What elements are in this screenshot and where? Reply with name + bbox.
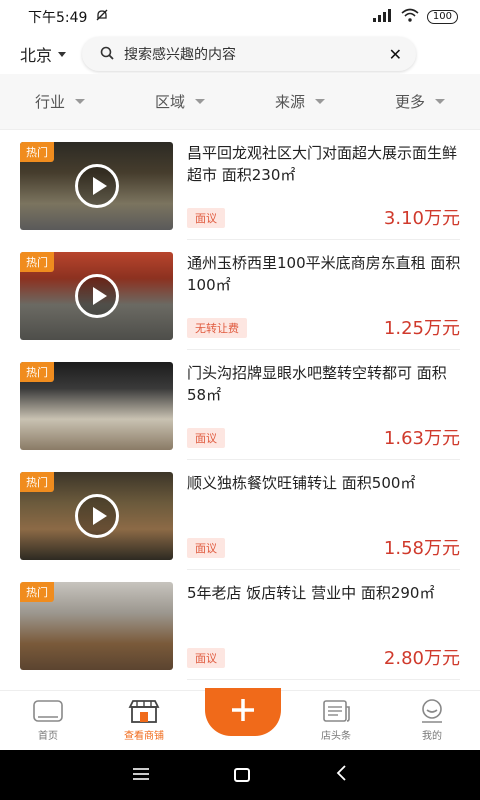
battery-indicator: 100 xyxy=(426,10,458,24)
tab-label: 查看商铺 xyxy=(124,731,164,742)
wifi-icon xyxy=(401,8,419,26)
chevron-down-icon xyxy=(195,99,205,104)
home-icon xyxy=(32,699,64,723)
list-item[interactable]: 热门 门头沟招牌显眼水吧整转空转都可 面积58㎡ 面议 1.63万元 xyxy=(0,350,480,460)
filter-label: 更多 xyxy=(394,93,425,111)
listing-thumbnail[interactable]: 热门 xyxy=(20,582,173,670)
hot-badge: 热门 xyxy=(20,142,54,162)
list-item[interactable]: 热门 昌平回龙观社区大门对面超大展示面生鲜超市 面积230㎡ 面议 3.10万元 xyxy=(0,130,480,240)
chevron-down-icon xyxy=(315,99,325,104)
listing-tag: 面议 xyxy=(187,648,225,668)
profile-icon xyxy=(416,699,448,723)
chevron-down-icon xyxy=(75,99,85,104)
listing-price: 1.25万元 xyxy=(383,318,460,339)
menu-icon[interactable] xyxy=(132,765,149,786)
listing-price: 1.63万元 xyxy=(383,428,460,449)
listing-price: 3.10万元 xyxy=(383,208,460,229)
listing-list: 热门 昌平回龙观社区大门对面超大展示面生鲜超市 面积230㎡ 面议 3.10万元… xyxy=(0,130,480,690)
listing-title: 通州玉桥西里100平米底商房东直租 面积100㎡ xyxy=(187,254,461,294)
store-icon xyxy=(128,699,160,723)
filter-more[interactable]: 更多 xyxy=(360,74,480,129)
tab-home[interactable]: 首页 xyxy=(0,691,96,750)
tab-label: 店头条 xyxy=(321,731,351,742)
listing-thumbnail[interactable]: 热门 xyxy=(20,362,173,450)
tab-label: 首页 xyxy=(38,731,58,742)
hot-badge: 热门 xyxy=(20,582,54,602)
tab-news[interactable]: 店头条 xyxy=(288,691,384,750)
plus-icon xyxy=(230,692,256,732)
home-button-icon[interactable] xyxy=(233,768,250,782)
listing-tag: 面议 xyxy=(187,538,225,558)
search-icon xyxy=(100,45,114,64)
divider xyxy=(187,679,460,680)
filter-label: 来源 xyxy=(274,93,305,111)
hot-badge: 热门 xyxy=(20,362,54,382)
listing-title: 顺义独栋餐饮旺铺转让 面积500㎡ xyxy=(187,474,416,492)
search-header: 北京 搜索感兴趣的内容 ✕ xyxy=(0,34,480,74)
search-placeholder: 搜索感兴趣的内容 xyxy=(124,47,237,63)
publish-button[interactable] xyxy=(205,688,281,736)
mute-icon xyxy=(95,8,109,26)
status-time: 下午5:49 xyxy=(28,10,88,26)
filter-source[interactable]: 来源 xyxy=(240,74,360,129)
list-item[interactable]: 热门 5年老店 饭店转让 营业中 面积290㎡ 面议 2.80万元 xyxy=(0,570,480,680)
listing-thumbnail[interactable]: 热门 xyxy=(20,252,173,340)
clear-icon[interactable]: ✕ xyxy=(389,45,402,64)
listing-thumbnail[interactable]: 热门 xyxy=(20,142,173,230)
search-input[interactable]: 搜索感兴趣的内容 ✕ xyxy=(82,37,417,71)
hot-badge: 热门 xyxy=(20,472,54,492)
filter-bar: 行业 区域 来源 更多 xyxy=(0,74,480,130)
listing-price: 1.58万元 xyxy=(383,538,460,559)
tab-profile[interactable]: 我的 xyxy=(384,691,480,750)
listing-tag: 面议 xyxy=(187,428,225,448)
list-item[interactable]: 热门 通州玉桥西里100平米底商房东直租 面积100㎡ 无转让费 1.25万元 xyxy=(0,240,480,350)
news-icon xyxy=(320,699,352,723)
listing-title: 门头沟招牌显眼水吧整转空转都可 面积58㎡ xyxy=(187,364,447,404)
listing-tag: 无转让费 xyxy=(187,318,247,338)
signal-icon xyxy=(372,8,393,26)
listing-title: 5年老店 饭店转让 营业中 面积290㎡ xyxy=(187,584,435,602)
play-icon[interactable] xyxy=(75,164,119,208)
filter-region[interactable]: 区域 xyxy=(120,74,240,129)
status-bar: 下午5:49 100 xyxy=(0,0,480,34)
listing-tag: 面议 xyxy=(187,208,225,228)
listing-thumbnail[interactable]: 热门 xyxy=(20,472,173,560)
chevron-down-icon xyxy=(435,99,445,104)
city-selector[interactable]: 北京 xyxy=(20,42,67,66)
filter-industry[interactable]: 行业 xyxy=(0,74,120,129)
chevron-down-icon xyxy=(58,51,67,57)
back-icon[interactable] xyxy=(335,764,347,786)
hot-badge: 热门 xyxy=(20,252,54,272)
play-icon[interactable] xyxy=(75,494,119,538)
tab-label: 我的 xyxy=(422,731,442,742)
system-nav-bar xyxy=(0,750,480,800)
city-label: 北京 xyxy=(20,46,53,65)
listing-title: 昌平回龙观社区大门对面超大展示面生鲜超市 面积230㎡ xyxy=(187,144,458,184)
play-icon[interactable] xyxy=(75,274,119,318)
listing-price: 2.80万元 xyxy=(383,648,460,669)
filter-label: 区域 xyxy=(154,93,185,111)
tab-shops[interactable]: 查看商铺 xyxy=(96,691,192,750)
list-item[interactable]: 热门 顺义独栋餐饮旺铺转让 面积500㎡ 面议 1.58万元 xyxy=(0,460,480,570)
filter-label: 行业 xyxy=(34,93,65,111)
